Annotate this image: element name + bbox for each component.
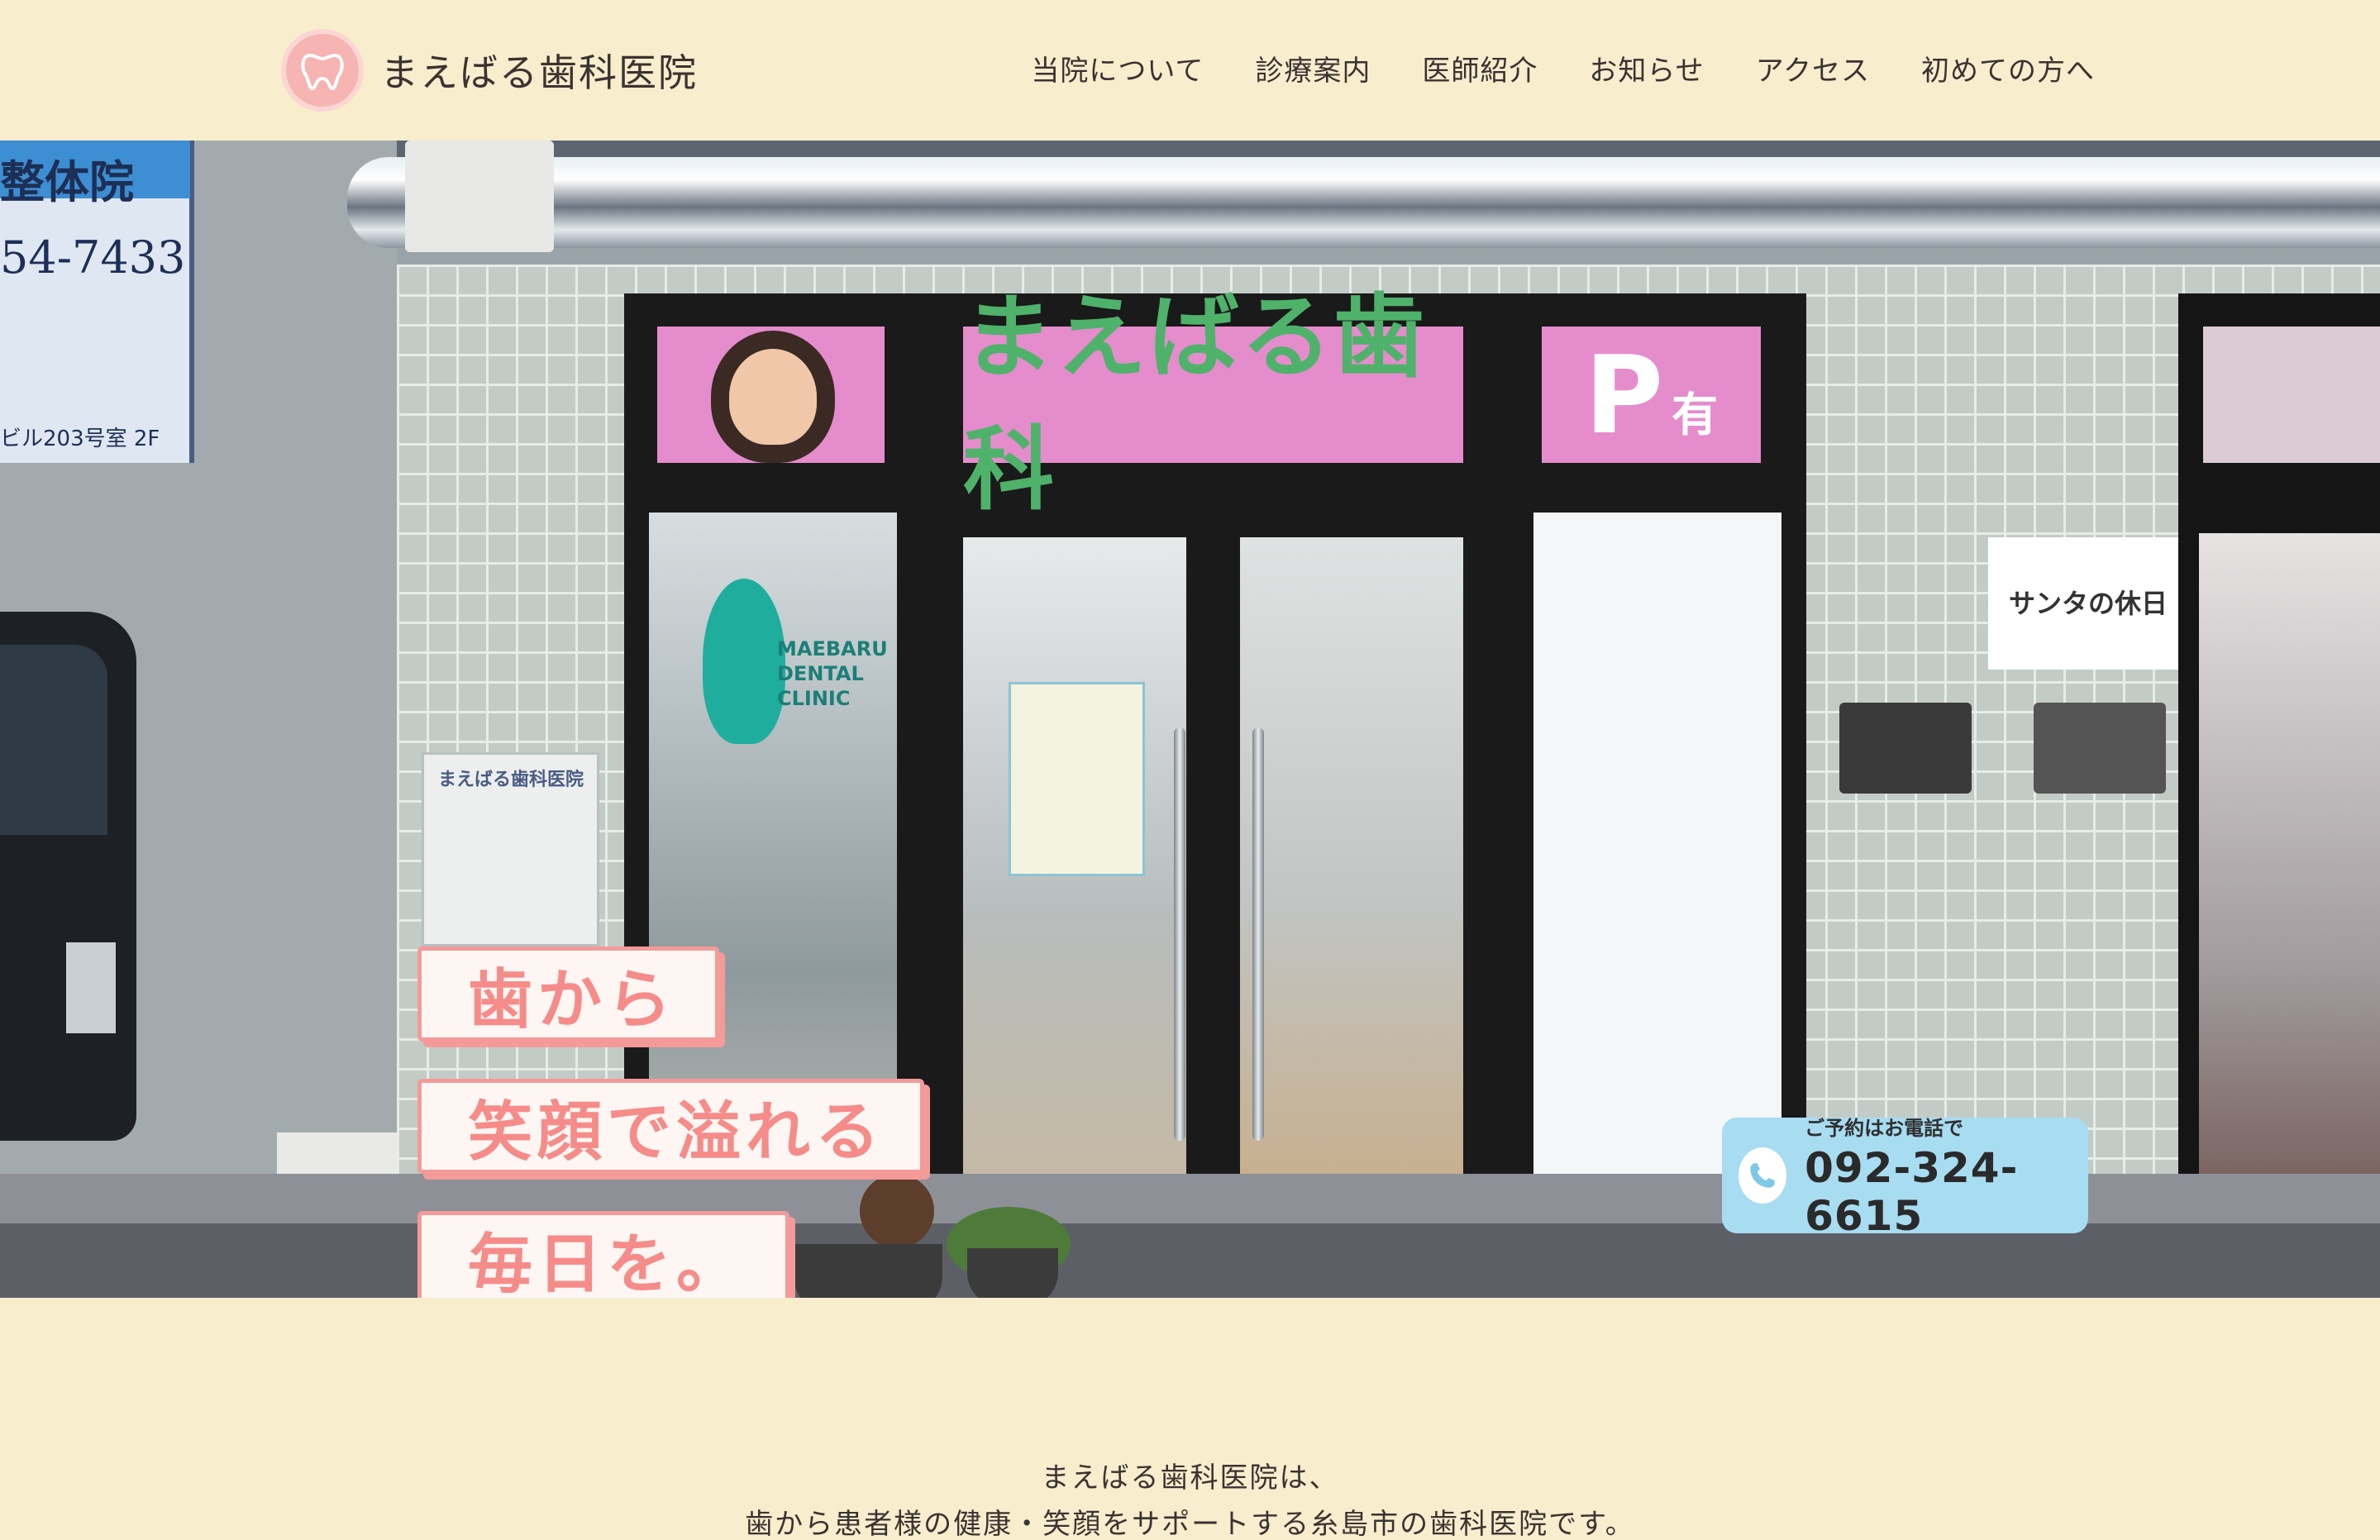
site-header: まえばる歯科医院 当院について 診療案内 医師紹介 お知らせ アクセス 初めての… [0, 0, 2380, 141]
bird-logo-icon [703, 579, 785, 744]
door-handle [1252, 727, 1264, 1141]
nav-news[interactable]: お知らせ [1589, 48, 1704, 88]
ac-unit [405, 141, 554, 252]
main-nav: 当院について 診療案内 医師紹介 お知らせ アクセス 初めての方へ [1031, 48, 2095, 88]
doctor-illustration [711, 331, 835, 463]
awning-pipe [347, 157, 2380, 248]
plant-pot [967, 1248, 1058, 1298]
nav-first-visit[interactable]: 初めての方へ [1921, 48, 2095, 88]
door-logo-text: MAEBARU DENTAL CLINIC [777, 637, 888, 710]
door-right [1240, 537, 1463, 1281]
nav-treatment[interactable]: 診療案内 [1255, 48, 1371, 88]
reservation-phone-button[interactable]: ご予約はお電話で 092-324-6615 [1722, 1117, 2088, 1240]
door-notice [1009, 682, 1145, 876]
catch-line-3: 毎日を。 [417, 1211, 789, 1298]
intro-line-1: まえばる歯科医院は、 [1041, 1461, 1339, 1495]
nav-doctor[interactable]: 医師紹介 [1422, 48, 1538, 88]
intro-section: まえばる歯科医院は、 歯から患者様の健康・笑顔をサポートする糸島市の歯科医院です… [0, 1455, 2380, 1540]
parking-sign: P 有 [1584, 331, 1719, 458]
door-left [963, 537, 1186, 1281]
plant-pot [794, 1244, 942, 1298]
plant [860, 1174, 934, 1248]
nav-access[interactable]: アクセス [1756, 48, 1870, 88]
parked-car [0, 612, 136, 1141]
tel-number: 092-324-6615 [1805, 1143, 2019, 1240]
neighbor-sign: 整体院 54-7433 ビル203号室 2F [0, 141, 194, 463]
door-handle [1174, 727, 1185, 1141]
logo[interactable]: まえばる歯科医院 [281, 25, 698, 116]
catch-line-1: 歯から [417, 946, 719, 1042]
mailbox [1839, 703, 1972, 794]
phone-icon [1738, 1147, 1787, 1204]
shop-sign: まえばる歯科 [963, 284, 1426, 522]
nav-about[interactable]: 当院について [1031, 48, 1204, 88]
logo-text: まえばる歯科医院 [380, 50, 698, 95]
intro-line-2: 歯から患者様の健康・笑顔をサポートする糸島市の歯科医院です。 [745, 1508, 1635, 1540]
catch-line-2: 笑顔で溢れる [417, 1079, 924, 1174]
tel-label: ご予約はお電話で [1805, 1116, 1964, 1140]
mailbox [2034, 703, 2166, 794]
tooth-logo-icon [281, 29, 364, 112]
